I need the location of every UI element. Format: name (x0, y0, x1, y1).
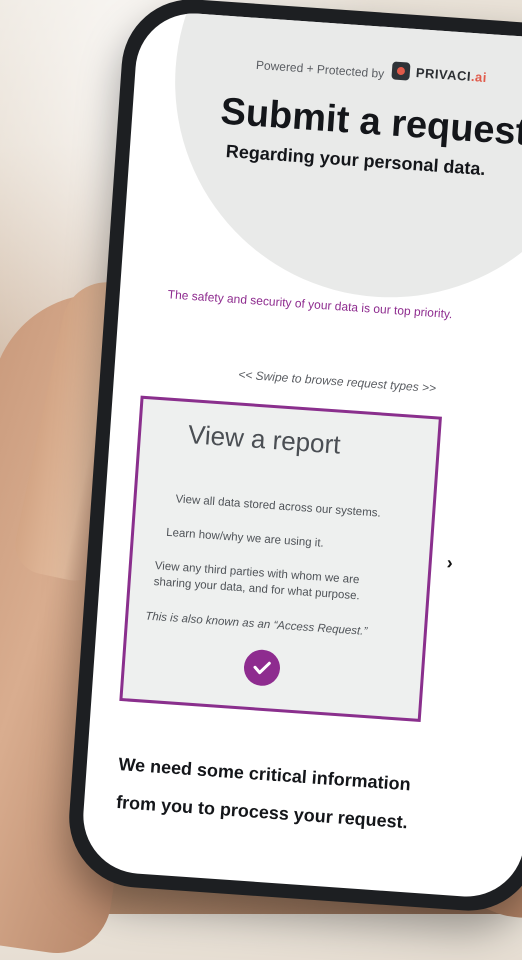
phone: Powered + Protected by PRIVACI.ai Submit… (64, 0, 522, 916)
checkmark-icon (253, 661, 271, 675)
phone-screen: Powered + Protected by PRIVACI.ai Submit… (79, 9, 522, 901)
info-message: We need some critical information from y… (101, 744, 426, 842)
phone-wrap: Powered + Protected by PRIVACI.ai Submit… (0, 0, 522, 916)
privaci-logo-icon (391, 61, 411, 81)
brand-name: PRIVACI.ai (415, 64, 488, 85)
swipe-hint: << Swipe to browse request types >> (237, 367, 437, 396)
next-arrow-button[interactable]: › (446, 552, 453, 573)
